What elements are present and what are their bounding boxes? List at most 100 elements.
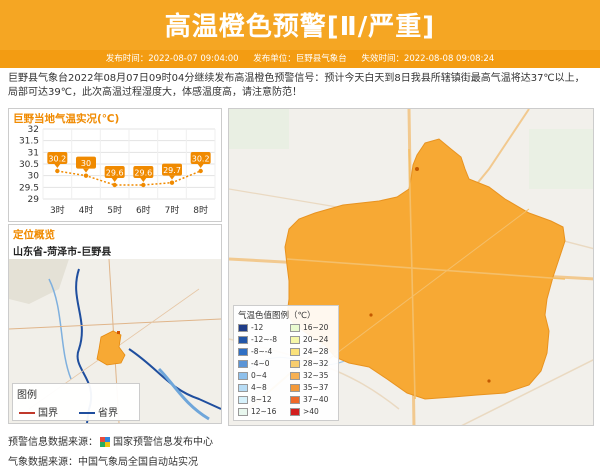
legend-item: 0~4 <box>238 371 267 381</box>
location-legend: 图例 国界 省界 <box>12 383 140 421</box>
temperature-data-label: 29.6 <box>106 169 124 178</box>
x-tick-label: 7时 <box>165 204 180 216</box>
temperature-chart: 3231.53130.53029.5293时 4时 5时 6时 7时 8时30.23029… <box>19 125 216 216</box>
temperature-panel-title: 巨野当地气温实况(℃) <box>13 113 120 125</box>
legend-swatch <box>238 408 248 416</box>
temperature-point <box>169 180 175 185</box>
temperature-data-label: 29.6 <box>134 169 152 178</box>
legend-label: -12 <box>251 323 264 332</box>
legend-item: 35~37 <box>290 383 328 393</box>
legend-label: 8~12 <box>251 395 272 404</box>
legend-item: 4~8 <box>238 383 267 393</box>
warning-header: 高温橙色预警[Ⅱ/严重] <box>0 0 600 52</box>
data-label-pointer <box>197 164 204 168</box>
legend-swatch <box>238 324 248 332</box>
legend-label: 28~32 <box>303 359 329 368</box>
legend-label: 0~4 <box>251 371 267 380</box>
warning-source-name[interactable]: 国家预警信息发布中心 <box>113 437 213 448</box>
warning-center-logo-icon <box>100 437 110 447</box>
y-tick-label: 31 <box>28 148 39 158</box>
y-tick-label: 31.5 <box>19 137 39 147</box>
legend-label: 24~28 <box>303 347 329 356</box>
temperature-point <box>83 173 89 178</box>
x-tick-label: 4时 <box>79 204 94 216</box>
temperature-color-legend: 气温色值图例（℃） -12 -12~-8 -8~-4 -4~0 0~4 4~8 8~12 12… <box>233 305 339 421</box>
legend-national-border: 国界 <box>19 404 58 419</box>
legend-swatch <box>290 372 300 380</box>
x-tick-label: 3时 <box>50 204 65 216</box>
y-tick-label: 30 <box>28 172 40 182</box>
legend-item: -4~0 <box>238 359 270 369</box>
national-border-label: 国界 <box>38 408 58 419</box>
published-time: 发布时间：2022-08-07 09:04:00 <box>105 54 239 64</box>
temperature-data-label: 30.2 <box>48 155 66 164</box>
temperature-data-label: 29.7 <box>163 166 181 175</box>
legend-swatch <box>290 348 300 356</box>
legend-label: -12~-8 <box>251 335 278 344</box>
temperature-data-label: 30 <box>81 159 91 168</box>
warning-source-line: 预警信息数据来源： 国家预警信息发布中心 <box>8 433 213 448</box>
location-path: 山东省-菏泽市-巨野县 <box>13 247 112 258</box>
y-tick-label: 32 <box>28 125 39 135</box>
legend-label: -4~0 <box>251 359 270 368</box>
legend-provincial-border: 省界 <box>79 404 118 419</box>
legend-swatch <box>238 384 248 392</box>
legend-swatch <box>290 408 300 416</box>
legend-label: 35~37 <box>303 383 329 392</box>
legend-label: >40 <box>303 407 319 416</box>
legend-swatch <box>290 324 300 332</box>
data-label-pointer <box>140 178 147 182</box>
location-legend-title: 图例 <box>17 390 37 401</box>
temperature-data-label: 30.2 <box>192 155 210 164</box>
x-tick-label: 5时 <box>107 204 122 216</box>
legend-item: -12 <box>238 323 263 333</box>
legend-item: -12~-8 <box>238 335 277 345</box>
provincial-border-swatch <box>79 412 95 414</box>
x-tick-label: 6时 <box>136 204 151 216</box>
legend-swatch <box>238 348 248 356</box>
legend-item: -8~-4 <box>238 347 272 357</box>
data-label-pointer <box>111 178 118 182</box>
data-label-pointer <box>54 164 61 168</box>
legend-item: 32~35 <box>290 371 328 381</box>
legend-label: 20~24 <box>303 335 329 344</box>
legend-label: 32~35 <box>303 371 329 380</box>
legend-swatch <box>290 396 300 404</box>
legend-item: 24~28 <box>290 347 328 357</box>
legend-label: 37~40 <box>303 395 329 404</box>
legend-item: 37~40 <box>290 395 328 405</box>
color-legend-title: 气温色值图例（℃） <box>238 311 316 321</box>
legend-item: 20~24 <box>290 335 328 345</box>
warning-meta-bar: 发布时间：2022-08-07 09:04:00 发布单位：巨野县气象台 失效时… <box>0 50 600 68</box>
legend-swatch <box>238 336 248 344</box>
warning-notice: 巨野县气象台2022年08月07日09时04分继续发布高温橙色预警信号：预计今天… <box>8 73 585 98</box>
national-border-swatch <box>19 412 35 414</box>
warning-title: 高温橙色预警[Ⅱ/严重] <box>164 12 436 42</box>
y-tick-label: 30.5 <box>19 160 39 170</box>
data-label-pointer <box>83 168 89 173</box>
temperature-point <box>141 182 146 188</box>
legend-label: 12~16 <box>251 407 277 416</box>
provincial-border-label: 省界 <box>98 408 118 419</box>
warning-source-label: 预警信息数据来源： <box>8 437 98 448</box>
legend-item: 16~20 <box>290 323 328 333</box>
temperature-point <box>55 168 60 174</box>
legend-item: 28~32 <box>290 359 328 369</box>
issuer: 发布单位：巨野县气象台 <box>253 54 347 64</box>
expiry-time: 失效时间：2022-08-08 09:08:24 <box>361 54 495 64</box>
legend-label: 16~20 <box>303 323 329 332</box>
legend-item: >40 <box>290 407 319 417</box>
legend-swatch <box>290 384 300 392</box>
temperature-point <box>198 168 203 174</box>
temperature-panel: 巨野当地气温实况(℃) 32 31.5 31 30.5 30 29.5 29 3时 4时 5时 6时… <box>8 108 222 222</box>
legend-label: -8~-4 <box>251 347 273 356</box>
location-panel-title: 定位概览 <box>13 229 55 241</box>
legend-swatch <box>290 360 300 368</box>
legend-swatch <box>238 360 248 368</box>
legend-swatch <box>290 336 300 344</box>
y-tick-label: 29 <box>28 195 40 205</box>
legend-item: 12~16 <box>238 407 276 417</box>
temperature-point <box>112 182 117 188</box>
legend-swatch <box>238 372 248 380</box>
legend-item: 8~12 <box>238 395 272 405</box>
